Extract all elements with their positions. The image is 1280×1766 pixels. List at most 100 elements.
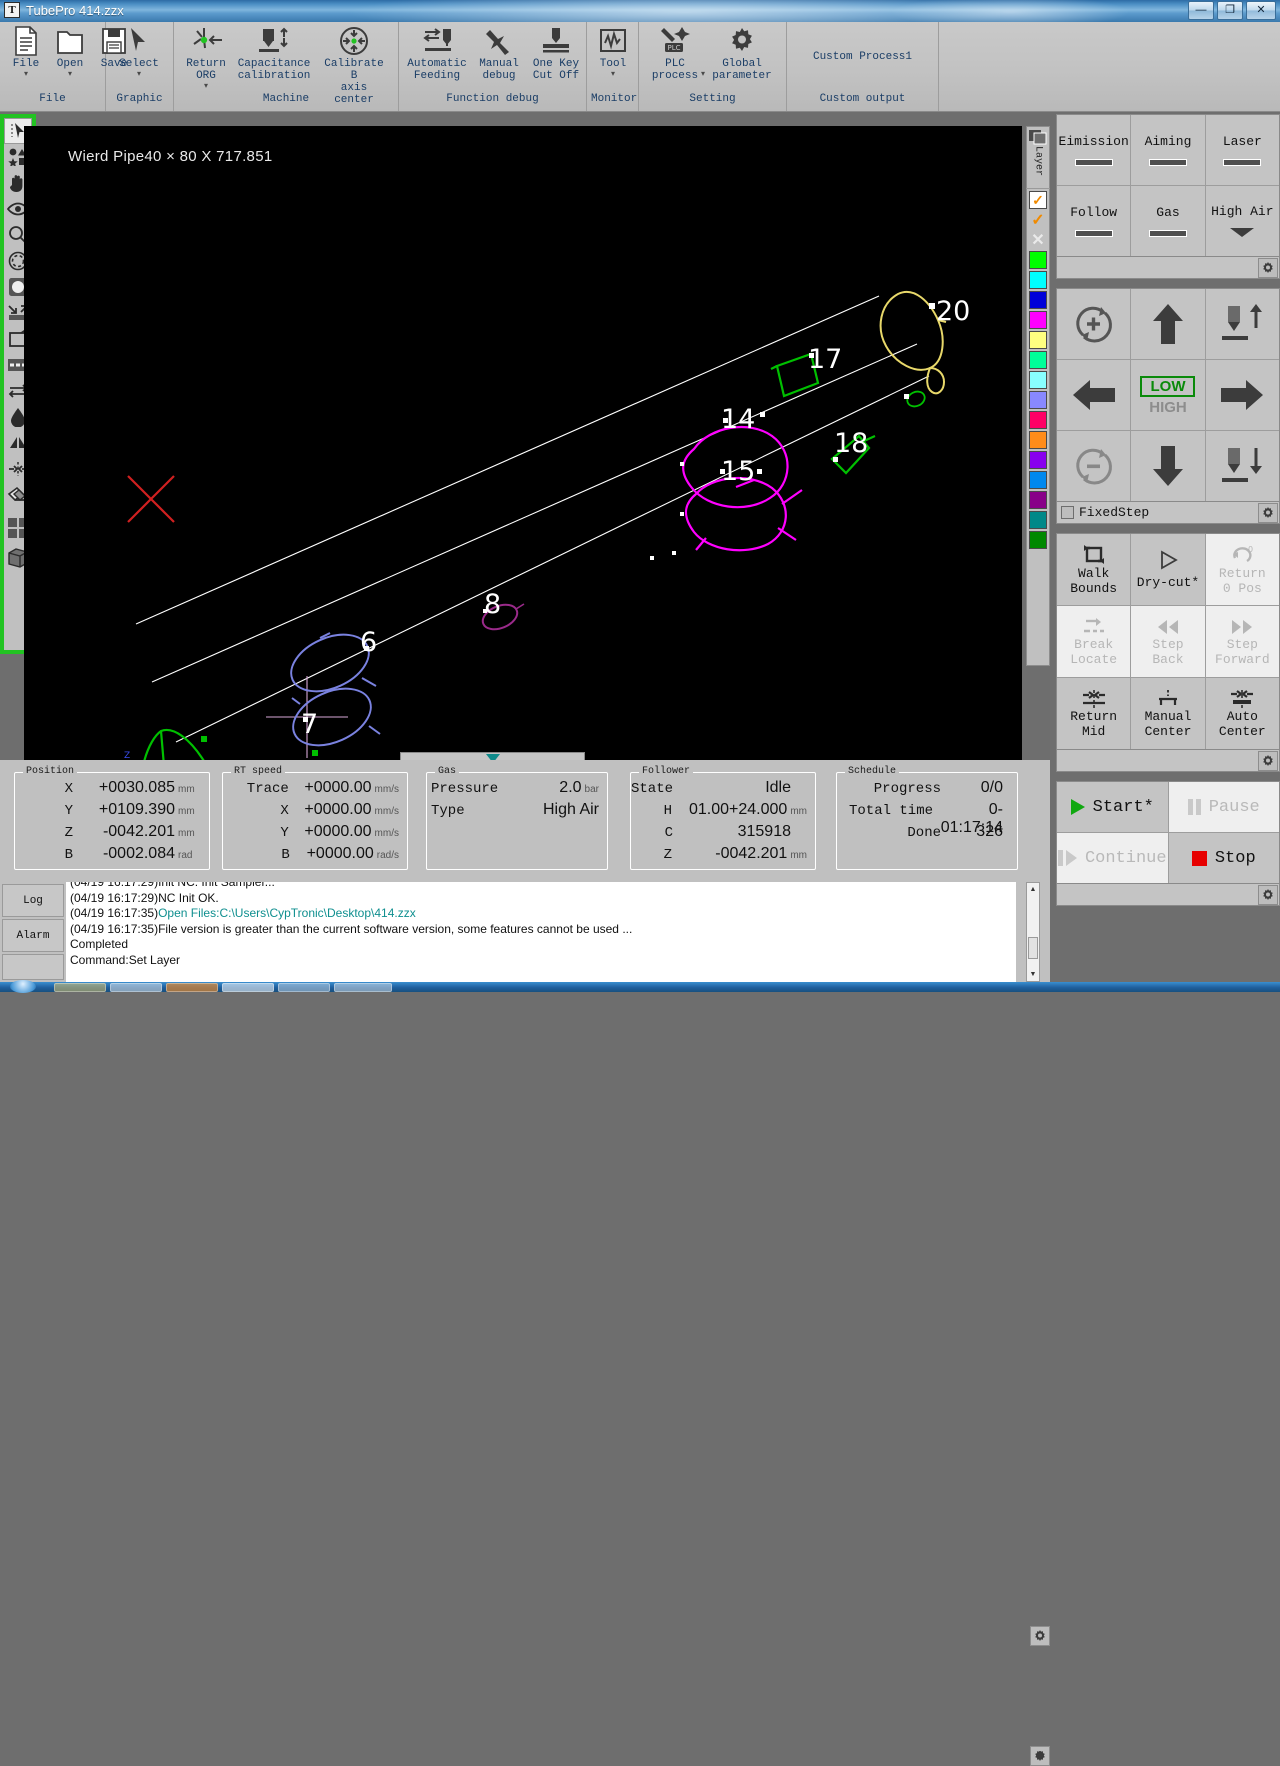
gas-toggle[interactable]: Gas	[1131, 186, 1205, 256]
taskbar-item[interactable]	[110, 983, 162, 992]
ribbon-item-tool[interactable]: Tool ▾	[591, 22, 635, 78]
ribbon-item-return-org[interactable]: Return ORG ▾	[178, 22, 234, 90]
ribbon-item-file[interactable]: File ▾	[4, 22, 48, 78]
maximize-button[interactable]: ❐	[1217, 1, 1243, 20]
ribbon-item-one-key-cutoff[interactable]: One Key Cut Off	[527, 22, 585, 82]
layer-swatch[interactable]	[1029, 411, 1047, 429]
chevron-down-icon[interactable]: ▾	[68, 70, 72, 78]
continue-button[interactable]: Continue	[1057, 833, 1168, 883]
taskbar-item[interactable]	[54, 983, 106, 992]
break-locate-button[interactable]: Break Locate	[1057, 606, 1131, 677]
layer-swatch[interactable]	[1029, 391, 1047, 409]
gear-icon[interactable]	[1030, 1746, 1050, 1766]
chevron-down-icon[interactable]: ▾	[24, 70, 28, 78]
layer-swatch[interactable]	[1029, 291, 1047, 309]
return-mid-button[interactable]: Return Mid	[1057, 678, 1131, 749]
move-down-button[interactable]	[1131, 431, 1205, 501]
aiming-label: Aiming	[1144, 134, 1192, 149]
layer-swatch[interactable]	[1029, 511, 1047, 529]
ribbon-item-capacitance-calibration[interactable]: Capacitance calibration	[234, 22, 314, 82]
check-icon[interactable]: ✓	[1029, 211, 1047, 229]
return-zero-button[interactable]: 0 Return 0 Pos	[1205, 534, 1279, 605]
laser-toggle[interactable]: Laser	[1205, 115, 1279, 185]
stop-button[interactable]: Stop	[1168, 833, 1279, 883]
tab-blank[interactable]	[2, 954, 64, 980]
gear-icon[interactable]	[1258, 502, 1278, 523]
speed-low-label[interactable]: LOW	[1140, 375, 1196, 397]
scroll-up-icon[interactable]: ▲	[1027, 883, 1039, 896]
step-back-button[interactable]: Step Back	[1131, 606, 1205, 677]
dry-cut-button[interactable]: Dry-cut*	[1131, 534, 1205, 605]
move-left-button[interactable]	[1057, 360, 1131, 430]
scroll-down-icon[interactable]: ▼	[1027, 968, 1039, 981]
taskbar-item[interactable]	[222, 983, 274, 992]
auto-center-button[interactable]: Auto Center	[1205, 678, 1279, 749]
step-forward-button[interactable]: Step Forward	[1205, 606, 1279, 677]
close-button[interactable]: ✕	[1246, 1, 1276, 20]
gear-icon[interactable]	[1258, 257, 1278, 278]
start-orb-icon[interactable]	[10, 980, 36, 993]
move-up-button[interactable]	[1131, 289, 1205, 359]
walk-bounds-button[interactable]: Walk Bounds	[1057, 534, 1131, 605]
ribbon-group-custom-output: Custom Process1 Custom output	[787, 22, 939, 111]
tab-alarm[interactable]: Alarm	[2, 919, 64, 952]
cross-icon[interactable]: ✕	[1029, 231, 1047, 249]
move-right-button[interactable]	[1205, 360, 1279, 430]
gear-icon[interactable]	[1258, 750, 1278, 771]
speed-toggle[interactable]: LOW HIGH	[1131, 360, 1205, 430]
layer-swatch[interactable]	[1029, 271, 1047, 289]
layer-swatch[interactable]	[1029, 351, 1047, 369]
layer-swatch[interactable]	[1029, 331, 1047, 349]
layer-swatch[interactable]	[1029, 451, 1047, 469]
nozzle-up-button[interactable]	[1205, 289, 1279, 359]
log-list[interactable]: (04/19 16:17:29)Init NC: Init Sampler...…	[66, 882, 1016, 982]
start-button[interactable]: Start*	[1057, 782, 1168, 832]
rotate-cw-plus-button[interactable]	[1057, 289, 1131, 359]
chevron-down-icon[interactable]: ▾	[204, 82, 208, 90]
ribbon-item-select[interactable]: Select ▾	[110, 22, 168, 78]
follow-toggle[interactable]: Follow	[1057, 186, 1131, 256]
aiming-toggle[interactable]: Aiming	[1131, 115, 1205, 185]
log-link[interactable]: Open Files:C:\Users\CypTronic\Desktop\41…	[158, 906, 416, 920]
log-scrollbar[interactable]: ▲ ▼	[1026, 882, 1040, 982]
chevron-down-icon[interactable]: ▾	[701, 70, 705, 78]
layer-checkbox[interactable]: ✓	[1029, 191, 1047, 209]
taskbar-item[interactable]	[278, 983, 330, 992]
layer-swatch[interactable]	[1029, 531, 1047, 549]
taskbar-item[interactable]	[166, 983, 218, 992]
speed-high-label[interactable]: HIGH	[1149, 400, 1187, 415]
gas-label: Gas	[1156, 205, 1180, 220]
chevron-down-icon[interactable]: ▾	[611, 70, 615, 78]
minimize-button[interactable]: —	[1188, 1, 1214, 20]
ribbon-item-open[interactable]: Open ▾	[48, 22, 92, 78]
manual-center-button[interactable]: Manual Center	[1131, 678, 1205, 749]
nozzle-down-button[interactable]	[1205, 431, 1279, 501]
gear-icon[interactable]	[1258, 884, 1278, 905]
gear-icon[interactable]	[1030, 1626, 1050, 1646]
rt-speed-value-x: +0000.00	[304, 801, 372, 818]
layer-swatch[interactable]	[1029, 471, 1047, 489]
emission-toggle[interactable]: Eimission	[1057, 115, 1131, 185]
ribbon-item-global-parameter[interactable]: Global parameter	[707, 22, 777, 82]
high-air-dropdown[interactable]: High Air	[1205, 186, 1279, 256]
chevron-down-icon[interactable]: ▾	[137, 70, 141, 78]
layer-swatch[interactable]	[1029, 371, 1047, 389]
pause-button[interactable]: Pause	[1168, 782, 1279, 832]
tab-log[interactable]: Log	[2, 884, 64, 917]
scroll-thumb[interactable]	[1028, 937, 1038, 959]
layer-swatch[interactable]	[1029, 311, 1047, 329]
ribbon-group-file: File ▾ Open ▾ Save File	[0, 22, 127, 111]
ribbon-item-manual-debug[interactable]: Manual debug	[471, 22, 527, 82]
layer-swatch[interactable]	[1029, 431, 1047, 449]
chevron-down-icon[interactable]	[1228, 226, 1256, 238]
ribbon-item-automatic-feeding[interactable]: Automatic Feeding	[403, 22, 471, 82]
graphics-canvas[interactable]: Wierd Pipe40 × 80 X 717.851 Z 20 17 14 1…	[24, 126, 1022, 778]
taskbar-item[interactable]	[334, 983, 392, 992]
layer-swatch[interactable]	[1029, 491, 1047, 509]
layer-swatch[interactable]	[1029, 251, 1047, 269]
custom-process-button[interactable]: Custom Process1	[791, 22, 934, 92]
fixed-step-checkbox[interactable]	[1061, 506, 1074, 519]
rotate-ccw-minus-button[interactable]	[1057, 431, 1131, 501]
ribbon-item-plc-process[interactable]: PLC PLC process ▾	[643, 22, 707, 89]
fixed-step-bar: FixedStep	[1056, 502, 1280, 524]
